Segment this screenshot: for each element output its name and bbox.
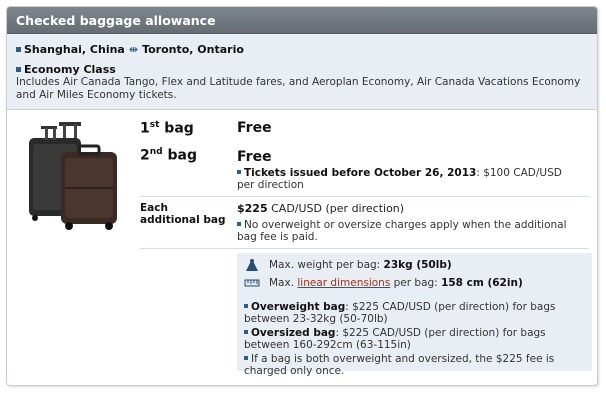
second-bag-label: 2nd bag — [140, 147, 197, 164]
baggage-panel: Checked baggage allowance Shanghai, Chin… — [6, 6, 598, 386]
class-description: Includes Air Canada Tango, Flex and Lati… — [16, 76, 581, 101]
oversized-note: Oversized bag: $225 CAD/USD (per directi… — [244, 327, 546, 351]
second-bag-note: Tickets issued before October 26, 2013: … — [237, 167, 562, 191]
bullet-icon — [244, 356, 248, 360]
divider — [140, 248, 589, 249]
bullet-icon — [237, 222, 241, 226]
weight-icon — [246, 259, 258, 271]
class-name: Economy Class — [24, 63, 116, 76]
additional-bag-fee: $225 CAD/USD (per direction) — [237, 202, 405, 215]
max-weight: Max. weight per bag: 23kg (50lb) — [269, 259, 452, 271]
route-line: Shanghai, China ⇹ Toronto, Ontario — [16, 43, 587, 58]
divider — [140, 196, 589, 197]
first-bag-fee: Free — [237, 120, 272, 136]
bullet-icon — [244, 304, 248, 308]
arrows-icon: ⇹ — [128, 43, 139, 56]
route-info: Shanghai, China ⇹ Toronto, Ontario Economy… — [7, 34, 597, 110]
second-bag-fee: Free — [237, 149, 272, 165]
max-dimensions: Max. linear dimensions per bag: 158 cm (… — [269, 277, 523, 289]
additional-bag-note: No overweight or oversize charges apply … — [237, 219, 567, 243]
bullet-icon — [237, 170, 241, 174]
ruler-icon — [244, 279, 260, 287]
additional-bag-label: Each additional bag — [140, 202, 226, 226]
linear-dimensions-link[interactable]: linear dimensions — [297, 277, 390, 289]
bullet-icon — [244, 330, 248, 334]
panel-title: Checked baggage allowance — [7, 7, 597, 34]
destination-city: Toronto, Ontario — [142, 43, 244, 56]
combined-fee-note: If a bag is both overweight and oversize… — [244, 353, 555, 377]
bullet-icon — [16, 46, 21, 52]
suitcase-icon — [29, 122, 117, 230]
first-bag-label: 1st bag — [140, 120, 194, 137]
baggage-details: 1st bag Free 2nd bag Free Tickets issued… — [7, 110, 597, 385]
class-line: Economy Class — [16, 63, 587, 76]
origin-city: Shanghai, China — [24, 43, 125, 56]
bullet-icon — [16, 66, 21, 72]
overweight-note: Overweight bag: $225 CAD/USD (per direct… — [244, 301, 556, 325]
